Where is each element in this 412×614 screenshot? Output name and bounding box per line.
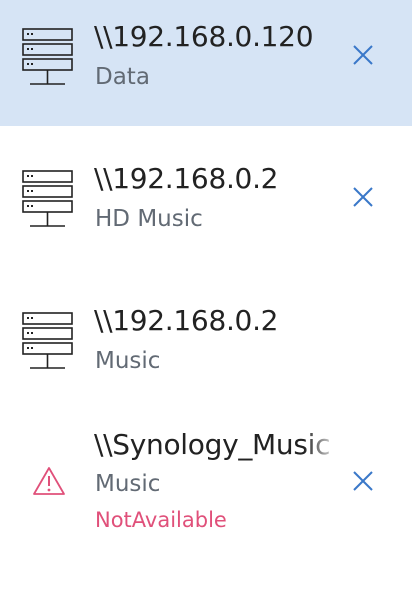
network-share-list: \\192.168.0.120 Data \\192.168.0.2 HD Mu… [0,0,412,614]
share-name: Data [95,64,150,90]
share-name: Music [95,471,161,497]
close-icon[interactable] [348,40,378,70]
share-name: Music [95,348,161,374]
server-icon [22,312,74,374]
close-icon[interactable] [348,466,378,496]
server-icon [22,28,74,90]
share-host: \\192.168.0.120 [94,20,314,53]
warning-icon [32,466,66,500]
share-host: \\Synology_Music [94,428,331,461]
share-item[interactable]: \\192.168.0.2 HD Music [0,142,412,268]
status-text: NotAvailable [95,508,227,532]
share-item[interactable]: \\192.168.0.2 Music [0,284,412,410]
share-host: \\192.168.0.2 [94,304,279,337]
share-item[interactable]: \\Synology_Music Music NotAvailable [0,426,412,552]
share-name: HD Music [95,206,203,232]
server-icon [22,170,74,232]
share-host: \\192.168.0.2 [94,162,279,195]
close-icon[interactable] [348,182,378,212]
share-item[interactable]: \\192.168.0.120 Data [0,0,412,126]
